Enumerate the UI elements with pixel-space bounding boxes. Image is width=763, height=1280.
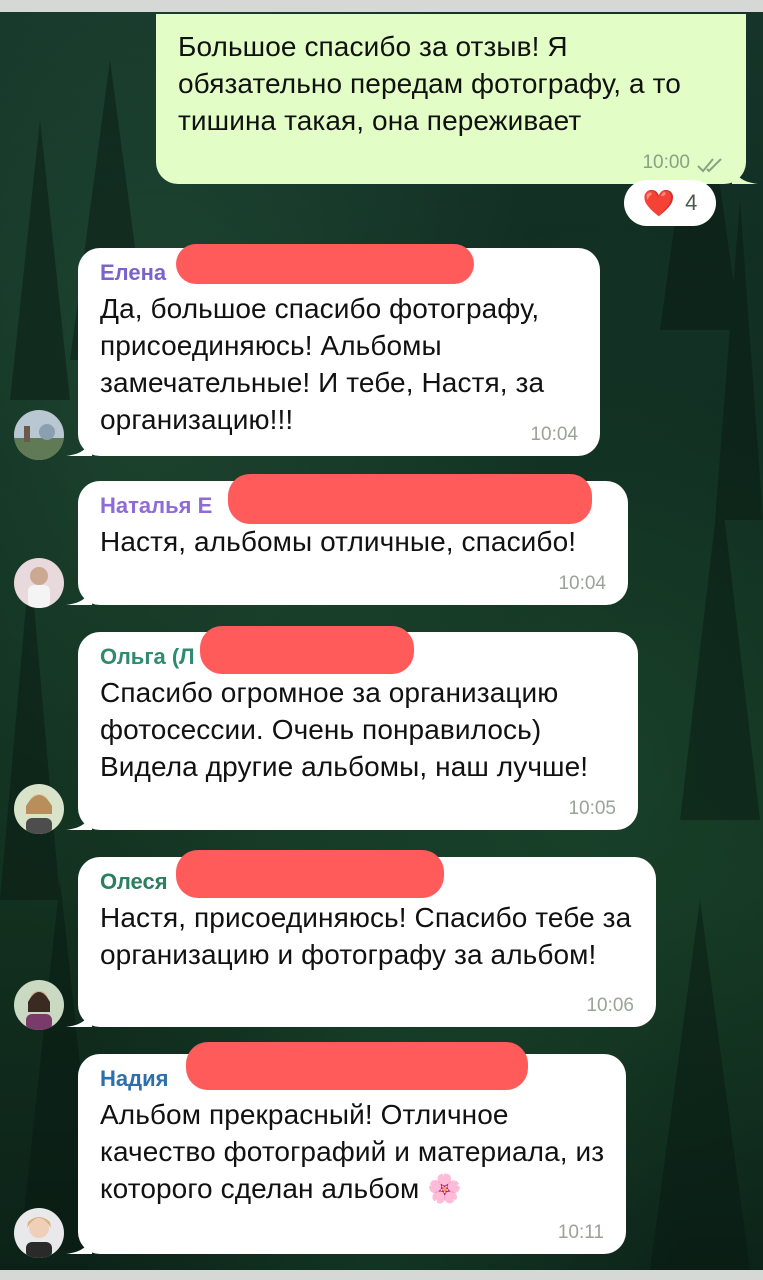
message-time: 10:04	[558, 573, 606, 594]
redaction-mark	[228, 474, 592, 524]
heart-icon: ❤️	[642, 187, 676, 218]
message-time: 10:05	[568, 798, 616, 819]
bubble-tail	[66, 434, 92, 456]
message-text: Спасибо огромное за организацию фотосесс…	[100, 677, 589, 782]
message-text: Да, большое спасибо фотографу, присоедин…	[100, 293, 545, 435]
read-checkmarks-icon	[697, 158, 722, 173]
status-strip	[0, 0, 763, 12]
message-time: 10:04	[530, 424, 578, 445]
reaction-badge[interactable]: ❤️ 4	[624, 180, 716, 226]
message-text: Альбом прекрасный! Отличное качество фот…	[100, 1099, 605, 1204]
reaction-count: 4	[685, 190, 698, 215]
redaction-mark	[176, 850, 444, 898]
redaction-mark	[186, 1042, 528, 1090]
avatar[interactable]	[14, 784, 64, 834]
avatar[interactable]	[14, 1208, 64, 1258]
bubble-tail	[66, 808, 92, 830]
redaction-mark	[200, 626, 414, 674]
bubble-tail	[732, 162, 758, 184]
avatar[interactable]	[14, 410, 64, 460]
message-time: 10:00	[642, 152, 690, 173]
message-text: Настя, альбомы отличные, спасибо!	[100, 526, 577, 557]
message-text: Большое спасибо за отзыв! Я обязательно …	[178, 31, 681, 136]
message-time: 10:11	[557, 1222, 604, 1243]
bubble-tail	[66, 1232, 92, 1254]
redaction-mark	[176, 244, 474, 284]
message-text: Настя, присоединяюсь! Спасибо тебе за ор…	[100, 902, 632, 970]
message-time: 10:06	[586, 995, 634, 1016]
bubble-tail	[66, 583, 92, 605]
bubble-tail	[66, 1005, 92, 1027]
avatar[interactable]	[14, 980, 64, 1030]
bottom-strip	[0, 1270, 763, 1280]
avatar[interactable]	[14, 558, 64, 608]
outgoing-message[interactable]: Большое спасибо за отзыв! Я обязательно …	[156, 14, 758, 184]
